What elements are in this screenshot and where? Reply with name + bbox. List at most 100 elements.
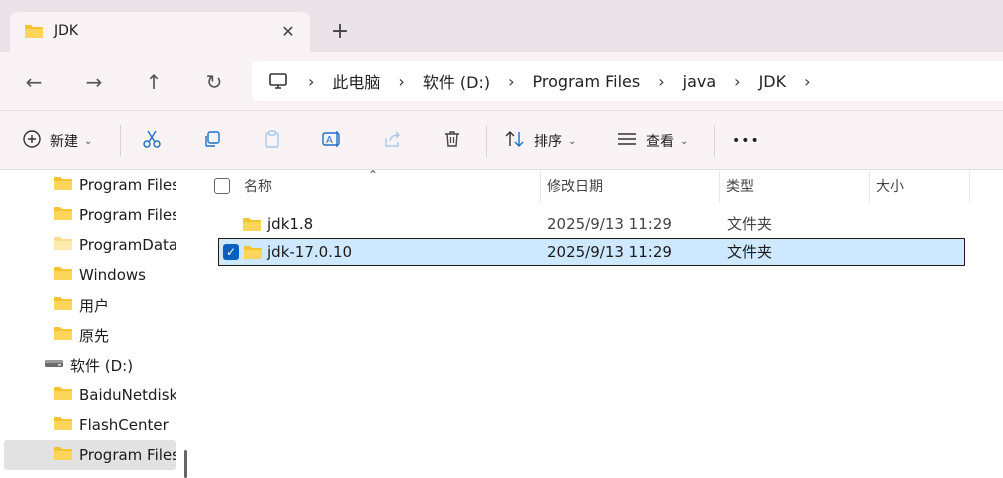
checkmark-icon[interactable]: ✓ xyxy=(223,244,239,260)
rename-icon: A xyxy=(322,129,344,153)
breadcrumb-separator[interactable]: › xyxy=(804,72,810,91)
nav-item-program-files-1[interactable]: Program Files xyxy=(0,170,176,200)
breadcrumb-item-drive-d[interactable]: 软件 (D:) xyxy=(423,69,490,93)
new-label: 新建 xyxy=(50,134,78,150)
nav-pane-scrollbar[interactable] xyxy=(182,170,196,478)
scrollbar-thumb[interactable] xyxy=(184,450,187,478)
close-icon[interactable]: ✕ xyxy=(276,20,300,44)
file-modified: 2025/9/13 11:29 xyxy=(547,215,672,233)
file-list: ⌃ 名称 修改日期 类型 大小 jdk1.8 2025/9/13 11:29 文… xyxy=(196,168,1003,478)
sort-up-icon: ⌃ xyxy=(368,168,379,182)
view-label: 查看 xyxy=(646,134,674,150)
up-button[interactable]: ↑ xyxy=(138,66,170,98)
column-divider[interactable] xyxy=(540,172,541,202)
copy-icon xyxy=(202,129,222,153)
share-icon xyxy=(382,129,402,153)
delete-button[interactable] xyxy=(442,123,462,159)
nav-item-label: Windows xyxy=(79,266,146,284)
breadcrumb-item-jdk[interactable]: JDK xyxy=(759,72,787,91)
chevron-down-icon: ⌄ xyxy=(84,135,93,147)
nav-item-label: Program Files xyxy=(79,446,176,464)
breadcrumb-item-java[interactable]: java xyxy=(683,72,717,91)
column-header-type[interactable]: 类型 xyxy=(726,170,754,204)
breadcrumb-separator[interactable]: › xyxy=(508,72,514,91)
nav-item-label: 用户 xyxy=(79,296,110,315)
breadcrumb-item-this-pc[interactable]: 此电脑 xyxy=(332,69,380,93)
nav-item-flashcenter[interactable]: FlashCenter xyxy=(0,410,176,440)
tab-title: JDK xyxy=(54,23,79,39)
nav-item-program-files-2[interactable]: Program Files xyxy=(0,200,176,230)
breadcrumb-separator[interactable]: › xyxy=(398,72,404,91)
column-divider[interactable] xyxy=(969,172,970,202)
nav-item-drive-d[interactable]: 软件 (D:) xyxy=(0,350,176,380)
navigation-pane: Program Files Program Files ProgramData … xyxy=(0,170,182,478)
copy-button[interactable] xyxy=(202,123,222,159)
back-button[interactable]: ← xyxy=(18,66,50,98)
folder-icon xyxy=(242,216,262,236)
share-button[interactable] xyxy=(382,123,402,159)
more-icon: ••• xyxy=(732,133,760,149)
sort-label: 排序 xyxy=(534,134,562,150)
tab-strip: JDK ✕ + xyxy=(0,0,1003,52)
computer-icon xyxy=(268,72,288,90)
cut-button[interactable] xyxy=(142,123,162,159)
breadcrumb-separator[interactable]: › xyxy=(658,72,664,91)
column-divider[interactable] xyxy=(719,172,720,202)
folder-icon xyxy=(24,23,44,43)
drive-icon xyxy=(44,357,64,373)
tab-jdk[interactable]: JDK ✕ xyxy=(10,12,310,52)
paste-button[interactable] xyxy=(262,123,282,159)
nav-item-program-files-selected[interactable]: Program Files xyxy=(4,440,176,470)
nav-item-label: ProgramData xyxy=(79,236,176,254)
address-bar[interactable]: › 此电脑 › 软件 (D:) › Program Files › java ›… xyxy=(252,61,1003,101)
new-tab-button[interactable]: + xyxy=(326,18,354,46)
column-header-row: ⌃ 名称 修改日期 类型 大小 xyxy=(196,168,1003,204)
folder-icon xyxy=(53,385,73,405)
toolbar-divider xyxy=(486,125,487,157)
file-row-jdk-17[interactable]: ✓ jdk-17.0.10 2025/9/13 11:29 文件夹 xyxy=(218,238,965,266)
chevron-down-icon: ⌄ xyxy=(568,135,577,147)
folder-icon xyxy=(53,445,73,465)
file-row-jdk1-8[interactable]: jdk1.8 2025/9/13 11:29 文件夹 xyxy=(218,211,965,239)
forward-button[interactable]: → xyxy=(78,66,110,98)
toolbar-divider xyxy=(120,125,121,157)
folder-icon xyxy=(243,244,263,264)
view-list-icon xyxy=(616,129,638,153)
navigation-row: ← → ↑ ↻ › 此电脑 › 软件 (D:) › Program Files … xyxy=(0,52,1003,110)
column-header-modified[interactable]: 修改日期 xyxy=(547,170,603,204)
nav-item-windows[interactable]: Windows xyxy=(0,260,176,290)
nav-item-label: 原先 xyxy=(79,326,110,345)
sort-button[interactable]: 排序 ⌄ xyxy=(504,123,576,159)
column-header-name[interactable]: 名称 xyxy=(244,170,272,204)
folder-icon xyxy=(53,295,73,315)
nav-item-original[interactable]: 原先 xyxy=(0,320,176,350)
nav-item-baidunetdisk[interactable]: BaiduNetdisk xyxy=(0,380,176,410)
folder-icon xyxy=(53,325,73,345)
new-button[interactable]: 新建 ⌄ xyxy=(22,123,92,159)
nav-item-label: Program Files xyxy=(79,206,176,224)
rename-button[interactable]: A xyxy=(322,123,344,159)
column-divider[interactable] xyxy=(869,172,870,202)
breadcrumb-separator[interactable]: › xyxy=(308,72,314,91)
svg-text:A: A xyxy=(326,135,333,146)
more-button[interactable]: ••• xyxy=(732,123,760,159)
chevron-down-icon: ⌄ xyxy=(680,135,689,147)
sort-icon xyxy=(504,129,526,153)
clipboard-icon xyxy=(262,129,282,153)
nav-item-label: FlashCenter xyxy=(79,416,169,434)
breadcrumb-separator[interactable]: › xyxy=(734,72,740,91)
file-name: jdk-17.0.10 xyxy=(267,243,353,261)
command-bar: 新建 ⌄ A 排序 ⌄ 查看 ⌄ ••• xyxy=(0,110,1003,170)
view-button[interactable]: 查看 ⌄ xyxy=(616,123,688,159)
toolbar-divider xyxy=(714,125,715,157)
column-header-size[interactable]: 大小 xyxy=(876,170,904,204)
file-modified: 2025/9/13 11:29 xyxy=(547,243,672,261)
breadcrumb-item-program-files[interactable]: Program Files xyxy=(533,72,641,91)
select-all-checkbox[interactable] xyxy=(214,178,230,194)
refresh-button[interactable]: ↻ xyxy=(198,66,230,98)
nav-item-programdata[interactable]: ProgramData xyxy=(0,230,176,260)
folder-icon xyxy=(53,235,73,255)
folder-icon xyxy=(53,205,73,225)
nav-item-users[interactable]: 用户 xyxy=(0,290,176,320)
nav-item-label: 软件 (D:) xyxy=(70,356,134,375)
